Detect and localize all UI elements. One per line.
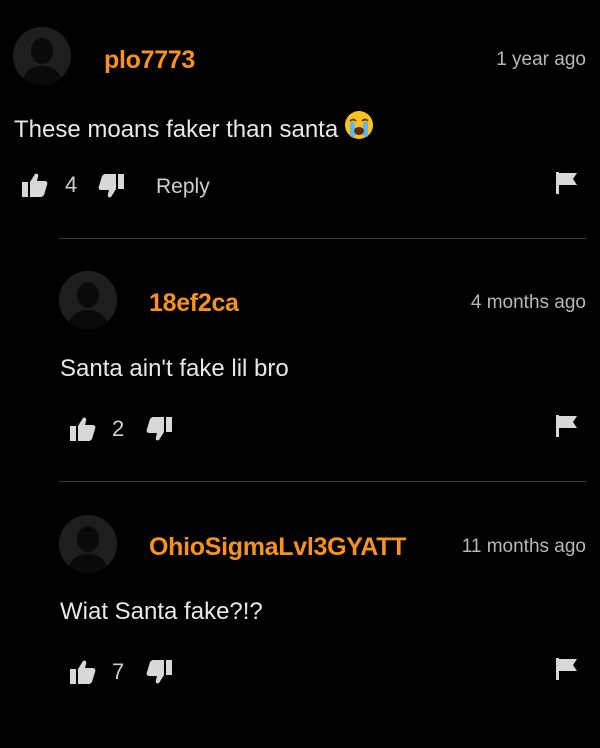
- user-silhouette-icon: [59, 515, 117, 573]
- comment-1: plo7773 1 year ago These moans faker tha…: [0, 0, 600, 238]
- flag-button[interactable]: [556, 658, 578, 685]
- divider: [59, 481, 586, 482]
- thumbs-down-button[interactable]: [146, 660, 172, 689]
- thumbs-up-icon: [70, 417, 96, 441]
- timestamp: 11 months ago: [461, 536, 586, 557]
- avatar[interactable]: [59, 515, 117, 573]
- username[interactable]: OhioSigmaLvl3GYATT: [149, 535, 406, 560]
- comment-text: These moans faker than santa: [14, 110, 374, 148]
- flag-icon: [556, 415, 577, 437]
- thumbs-up-icon: [70, 660, 96, 684]
- comment-text: Wiat Santa fake?!?: [60, 598, 263, 625]
- thumbs-up-button[interactable]: [22, 173, 48, 202]
- like-count: 2: [112, 416, 125, 441]
- like-count: 7: [112, 659, 125, 684]
- thumbs-down-icon: [146, 417, 172, 441]
- comment-text-content: These moans faker than santa: [14, 115, 339, 143]
- user-silhouette-icon: [59, 271, 117, 329]
- crying-face-emoji-icon: [344, 110, 374, 145]
- flag-icon: [556, 658, 577, 680]
- avatar[interactable]: [59, 271, 117, 329]
- username[interactable]: plo7773: [104, 48, 195, 73]
- timestamp: 1 year ago: [496, 49, 586, 70]
- thumbs-down-button[interactable]: [98, 174, 124, 203]
- user-silhouette-icon: [13, 27, 71, 85]
- flag-icon: [556, 172, 577, 194]
- flag-button[interactable]: [556, 415, 578, 442]
- thumbs-down-icon: [98, 174, 124, 198]
- divider: [59, 238, 586, 239]
- reply-button[interactable]: Reply: [156, 176, 210, 197]
- thumbs-down-icon: [146, 660, 172, 684]
- flag-button[interactable]: [556, 172, 578, 199]
- username[interactable]: 18ef2ca: [149, 291, 239, 316]
- timestamp: 4 months ago: [470, 292, 586, 313]
- thumbs-up-button[interactable]: [70, 417, 96, 446]
- thumbs-up-icon: [22, 173, 48, 197]
- like-count: 4: [65, 172, 78, 197]
- thumbs-down-button[interactable]: [146, 417, 172, 446]
- comment-text: Santa ain't fake lil bro: [60, 355, 289, 382]
- avatar[interactable]: [13, 27, 71, 85]
- thumbs-up-button[interactable]: [70, 660, 96, 689]
